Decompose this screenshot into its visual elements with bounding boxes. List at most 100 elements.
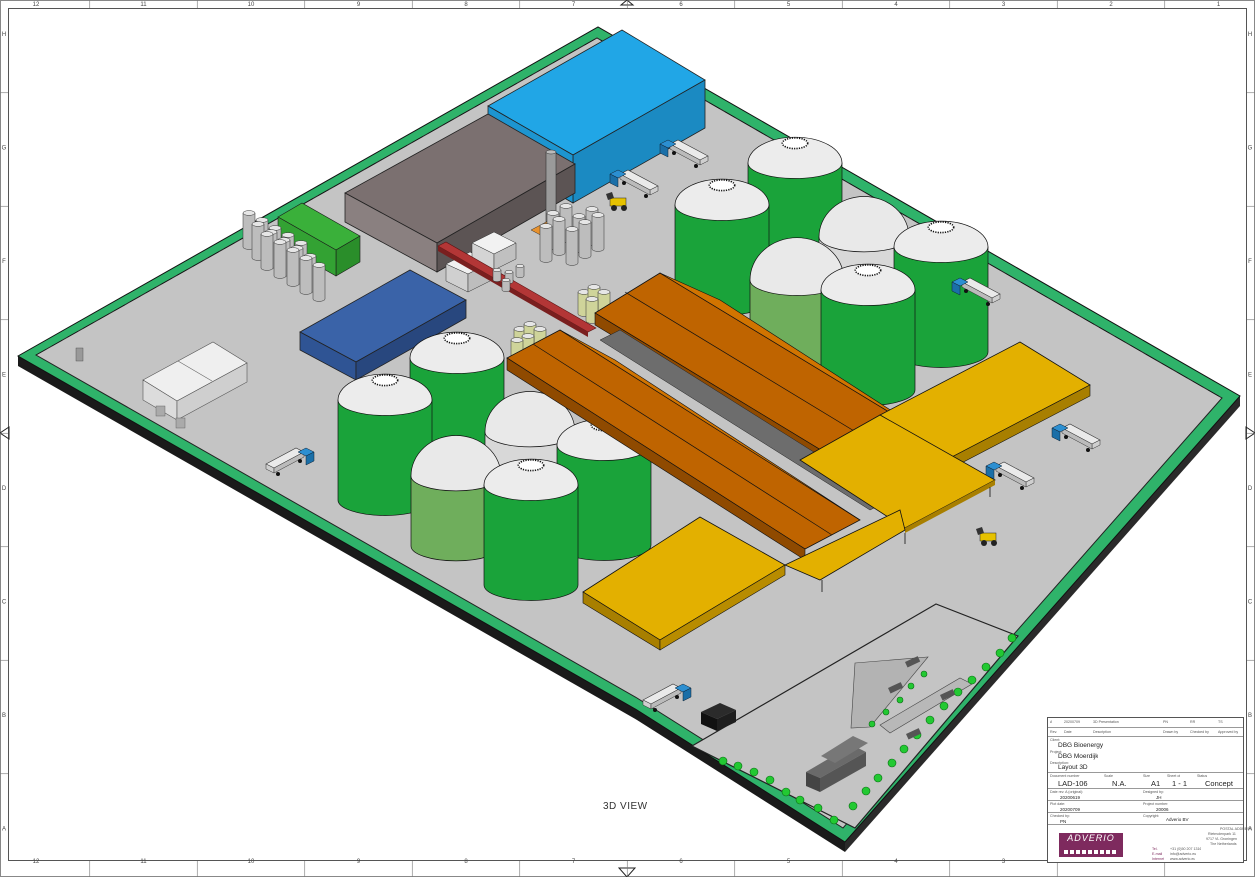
silo — [299, 255, 313, 295]
plot-date-label: Plot date: — [1050, 802, 1066, 806]
frame-column-label: 12 — [33, 859, 40, 865]
website-value[interactable]: www.adverio.eu — [1170, 857, 1195, 861]
frame-row-label: F — [2, 259, 6, 265]
silo — [591, 212, 605, 252]
frame-column-label: 10 — [248, 859, 255, 865]
frame-column-label: 10 — [248, 2, 255, 8]
digester-tank — [483, 458, 579, 601]
rev-value: A — [1050, 720, 1053, 724]
header-date: Date — [1064, 730, 1072, 734]
frame-row-label: A — [2, 827, 6, 833]
rev-date: 20200709 — [1064, 720, 1080, 724]
size-label: Size — [1143, 774, 1150, 778]
frame-column-label: 4 — [894, 2, 898, 8]
frame-column-label: 4 — [894, 859, 898, 865]
rev-checked: RR — [1190, 720, 1196, 724]
frame-row-label: H — [2, 32, 6, 38]
frame-column-label: 3 — [1002, 859, 1006, 865]
document-row: Document number LAD-106 Scale N.A. Size … — [1048, 772, 1243, 789]
frame-column-label: 9 — [357, 2, 361, 8]
silo — [312, 262, 326, 302]
email-value[interactable]: info@adverio.eu — [1170, 852, 1196, 856]
address-line-4: The Netherlands — [1210, 842, 1237, 846]
frame-row-label: D — [2, 486, 7, 492]
silo — [273, 239, 287, 279]
date-rev-label: Date rev. A (original): — [1050, 790, 1084, 794]
view-label: 3D VIEW — [603, 801, 648, 812]
logo-stripe — [1064, 850, 1118, 854]
frame-column-label: 8 — [464, 2, 468, 8]
company-row: ADVERIO POSTAL ADDRESS Rietmolenpark 11 … — [1048, 824, 1252, 863]
frame-column-label: 3 — [1002, 2, 1006, 8]
description-value: Layout 3D — [1058, 764, 1088, 771]
sheet-label: Sheet of — [1167, 774, 1181, 778]
company-logo: ADVERIO — [1059, 833, 1123, 857]
frame-row-label: B — [1248, 713, 1252, 719]
size-value: A1 — [1151, 779, 1161, 788]
frame-row-label: D — [1248, 486, 1253, 492]
title-block: A 20200709 3D Presentation PN RR TS Rev.… — [1047, 717, 1252, 863]
frame-row-label: G — [2, 146, 7, 152]
frame-column-label: 5 — [787, 2, 791, 8]
revision-row: A 20200709 3D Presentation PN RR TS — [1048, 718, 1243, 727]
frame-row-label: F — [1248, 259, 1252, 265]
header-drawn: Drawn by — [1163, 730, 1179, 734]
frame-row-label: G — [1248, 146, 1253, 152]
copyright-label: Copyright: — [1143, 814, 1160, 818]
sheet-value: 1 - 1 — [1172, 779, 1188, 788]
frame-column-label: 11 — [140, 2, 147, 8]
document-number: LAD-106 — [1058, 779, 1088, 788]
frame-column-label: 6 — [679, 2, 683, 8]
tel-label: Tel. — [1152, 847, 1158, 851]
frame-column-label: 2 — [1109, 2, 1113, 8]
silo — [492, 268, 502, 282]
status-value: Concept — [1205, 779, 1233, 788]
rev-drawn: PN — [1163, 720, 1168, 724]
document-number-label: Document number — [1050, 774, 1080, 778]
silo — [565, 226, 579, 266]
address-line-3: 9717 VL Groningen — [1206, 837, 1238, 841]
checked-by-label: Checked by: — [1050, 814, 1070, 818]
frame-row-label: E — [2, 373, 6, 379]
frame-row-label: C — [2, 600, 7, 606]
project-number-label: Project number: — [1143, 802, 1169, 806]
silo — [515, 264, 525, 278]
scale-value: N.A. — [1112, 779, 1127, 788]
frame-column-label: 6 — [679, 859, 683, 865]
frame-column-label: 5 — [787, 859, 791, 865]
frame-row-label: C — [1248, 600, 1253, 606]
copyright-value: Adverio BV — [1166, 817, 1189, 822]
frame-column-label: 7 — [572, 859, 576, 865]
header-approved: Approved by — [1218, 730, 1239, 734]
frame-row-label: B — [2, 713, 6, 719]
silo — [578, 219, 592, 259]
silo — [260, 231, 274, 271]
status-label: Status — [1197, 774, 1208, 778]
frame-column-label: 12 — [33, 2, 40, 8]
header-checked: Checked by — [1190, 730, 1209, 734]
address-line-1: POSTAL ADDRESS — [1220, 827, 1252, 831]
frame-column-label: 8 — [464, 859, 468, 865]
email-label: E-mail — [1152, 852, 1163, 856]
scale-label: Scale — [1104, 774, 1113, 778]
rev-description: 3D Presentation — [1093, 720, 1119, 724]
logo-text: ADVERIO — [1067, 833, 1115, 843]
internet-label: Internet — [1152, 857, 1165, 861]
project-info: Client: DBG Bioenergy Project: DBG Moerd… — [1048, 736, 1243, 773]
frame-column-label: 11 — [140, 859, 147, 865]
header-description: Description — [1093, 730, 1111, 734]
silo — [501, 278, 511, 292]
frame-row-label: H — [1248, 32, 1252, 38]
silo — [552, 216, 566, 256]
project-name: DBG Moerdijk — [1058, 753, 1099, 760]
silo — [286, 247, 300, 287]
address-line-2: Rietmolenpark 11 — [1208, 832, 1236, 836]
header-rev: Rev. — [1050, 730, 1058, 734]
frame-row-label: E — [1248, 373, 1252, 379]
rev-approved: TS — [1218, 720, 1223, 724]
frame-column-label: 7 — [572, 2, 576, 8]
silo — [539, 223, 553, 263]
client-name: DBG Bioenergy — [1058, 742, 1104, 749]
frame-column-label: 1 — [1217, 2, 1221, 8]
frame-column-label: 9 — [357, 859, 361, 865]
